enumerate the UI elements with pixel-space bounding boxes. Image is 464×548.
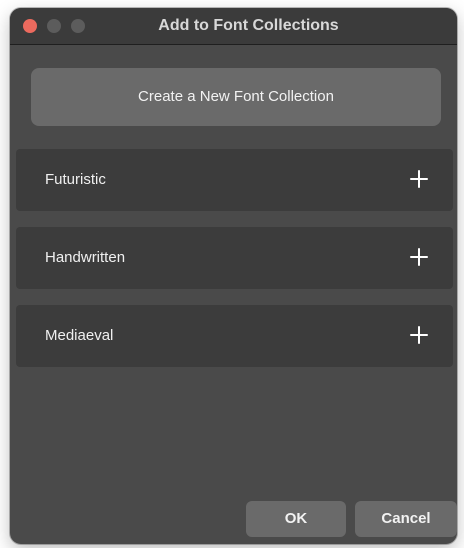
collection-label: Futuristic <box>45 171 106 188</box>
cancel-button[interactable]: Cancel <box>355 501 457 537</box>
plus-icon[interactable] <box>409 169 429 189</box>
collection-label: Handwritten <box>45 249 126 266</box>
title-bar: Add to Font Collections <box>10 8 457 45</box>
collection-row-handwritten[interactable]: Handwritten <box>16 227 453 289</box>
collection-row-mediaeval[interactable]: Mediaeval <box>16 305 453 367</box>
plus-icon[interactable] <box>409 247 429 267</box>
dialog-title: Add to Font Collections <box>158 17 339 34</box>
collection-row-futuristic[interactable]: Futuristic <box>16 149 453 211</box>
ok-button[interactable]: OK <box>246 501 346 537</box>
plus-icon[interactable] <box>409 325 429 345</box>
collection-label: Mediaeval <box>45 327 114 344</box>
create-new-collection-button[interactable]: Create a New Font Collection <box>31 68 441 126</box>
font-collections-dialog: Add to Font Collections Create a New Fon… <box>10 8 457 544</box>
